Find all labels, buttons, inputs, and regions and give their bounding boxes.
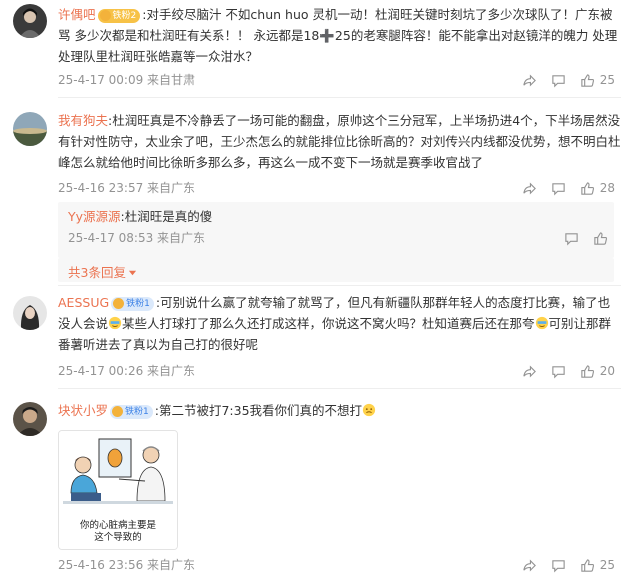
comment-text: AESSUG 铁粉1:可别说什么赢了就夸输了就骂了，但凡有新疆队那群年轻人的态度打… (58, 292, 621, 355)
like-icon[interactable] (593, 231, 608, 246)
comment-item: 我有狗夫:杜润旺真是不冷静丢了一场可能的翻盘，原帅这个三分冠军，上半场扔进4个，… (0, 106, 635, 282)
like-icon (581, 73, 594, 87)
fan-badge: 铁粉1 (111, 297, 154, 311)
like-count: 28 (599, 181, 615, 195)
comment-icon[interactable] (564, 231, 579, 246)
emoji-icon (362, 403, 376, 417)
comment-icon[interactable] (551, 181, 566, 196)
like-button[interactable]: 25 (580, 558, 615, 573)
reply-content: :杜润旺是真的傻 (120, 209, 213, 224)
fan-badge: 铁粉1 (110, 405, 153, 419)
more-replies-bar[interactable]: 共3条回复 (58, 258, 614, 282)
like-count: 25 (599, 558, 615, 572)
comment-icon[interactable] (551, 73, 566, 88)
comment-text: 许偶吧 铁粉2:对手绞尽脑汁 不如chun huo 灵机一动！杜润旺关键时刻坑了多… (58, 4, 621, 67)
chevron-down-icon (128, 270, 137, 276)
username[interactable]: 我有狗夫 (58, 113, 108, 128)
comment-content: :对手绞尽脑汁 不如chun huo 灵机一动！杜润旺关键时刻坑了多少次球队了！… (58, 7, 618, 64)
reply-text: Yy源源源:杜润旺是真的傻 (68, 206, 212, 227)
share-icon[interactable] (522, 181, 537, 196)
share-icon[interactable] (522, 364, 537, 379)
emoji-icon (535, 316, 548, 330)
comment-content: 某些人打球打了那么久还打成这样，你说这不窝火吗？杜知道赛后还在那夸 (122, 316, 535, 331)
divider (58, 285, 621, 286)
comment-text: 我有狗夫:杜润旺真是不冷静丢了一场可能的翻盘，原帅这个三分冠军，上半场扔进4个，… (58, 110, 621, 173)
emoji-icon (108, 316, 122, 330)
reply-meta: 25-4-17 08:53 来自广东 (68, 231, 206, 245)
avatar[interactable] (13, 296, 47, 330)
fan-badge: 铁粉2 (97, 9, 141, 23)
share-icon[interactable] (522, 558, 537, 573)
comment-icon[interactable] (551, 558, 566, 573)
more-replies-link[interactable]: 共3条回复 (68, 262, 137, 281)
avatar[interactable] (13, 4, 47, 38)
comment-item: 块状小罗 铁粉1:第二节被打7:35我看你们真的不想打 你的心脏病主要是 这个导致… (0, 396, 635, 573)
divider (58, 97, 621, 98)
comment-text: 块状小罗 铁粉1:第二节被打7:35我看你们真的不想打 (58, 400, 621, 421)
divider (58, 388, 621, 389)
like-icon (581, 364, 594, 378)
comment-item: 许偶吧 铁粉2:对手绞尽脑汁 不如chun huo 灵机一动！杜润旺关键时刻坑了多… (0, 0, 635, 92)
username[interactable]: AESSUG (58, 295, 109, 310)
comment-meta: 25-4-17 00:26 来自广东 (58, 364, 196, 378)
like-count: 20 (599, 364, 615, 378)
username[interactable]: 块状小罗 (58, 403, 108, 418)
sticker-image[interactable]: 你的心脏病主要是 这个导致的 (58, 430, 178, 550)
comment-icon[interactable] (551, 364, 566, 379)
comment-content: :杜润旺真是不冷静丢了一场可能的翻盘，原帅这个三分冠军，上半场扔进4个，下半场居… (58, 113, 621, 170)
share-icon[interactable] (522, 73, 537, 88)
like-button[interactable]: 25 (580, 73, 615, 88)
comment-meta: 25-4-17 00:09 来自甘肃 (58, 73, 196, 87)
like-icon (581, 558, 594, 572)
comment-content: :第二节被打7:35我看你们真的不想打 (154, 403, 363, 418)
avatar[interactable] (13, 402, 47, 436)
comment-meta: 25-4-16 23:57 来自广东 (58, 181, 196, 195)
like-button[interactable]: 20 (580, 364, 615, 379)
comment-meta: 25-4-16 23:56 来自广东 (58, 558, 196, 572)
like-count: 25 (599, 73, 615, 87)
username[interactable]: 许偶吧 (58, 7, 96, 22)
reply-username[interactable]: Yy源源源 (68, 209, 121, 224)
sticker-caption: 你的心脏病主要是 这个导致的 (79, 520, 156, 543)
avatar[interactable] (13, 112, 47, 146)
like-icon (581, 181, 594, 195)
comment-item: AESSUG 铁粉1:可别说什么赢了就夸输了就骂了，但凡有新疆队那群年轻人的态度打… (0, 292, 635, 384)
reply-box: Yy源源源:杜润旺是真的傻 25-4-17 08:53 来自广东 (58, 202, 614, 258)
like-button[interactable]: 28 (580, 181, 615, 196)
